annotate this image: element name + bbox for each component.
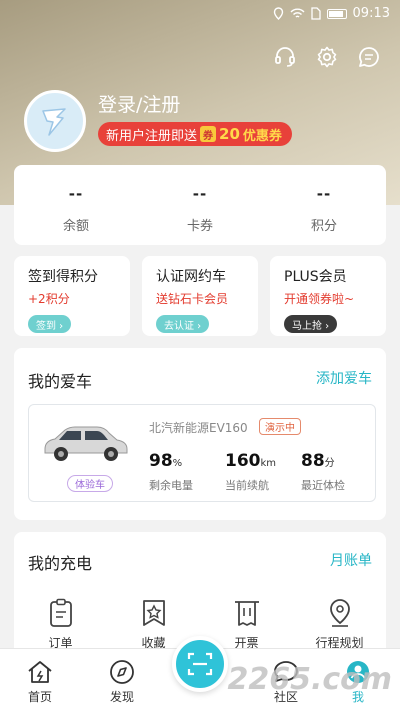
metric-checkup: 88分 最近体检 — [301, 451, 345, 493]
card-title: 签到得积分 — [28, 269, 98, 285]
promo-text: 新用户注册即送 — [106, 128, 198, 144]
customer-service-icon[interactable] — [272, 44, 298, 70]
add-car-link[interactable]: 添加爱车 — [316, 368, 372, 388]
stat-label: 积分 — [310, 219, 337, 234]
metric-value: 160 — [225, 451, 261, 471]
status-bar: 09:13 — [0, 0, 400, 28]
metric-range: 160km 当前续航 — [225, 451, 276, 493]
scan-to-charge-button[interactable] — [172, 636, 228, 692]
metric-value: 88 — [301, 451, 325, 471]
car-card[interactable]: 体验车 北汽新能源EV160 演示中 98% 剩余电量 160km 当前续航 8… — [28, 404, 376, 502]
card-subtitle: 开通领券啦~ — [284, 292, 355, 306]
driver-verify-card[interactable]: 认证网约车 送钻石卡会员 去认证 › — [142, 256, 258, 336]
my-car-section: 我的爱车 添加爱车 体验车 北汽新能源EV160 演示中 98% 剩余电量 16… — [14, 348, 386, 520]
message-icon[interactable] — [356, 44, 382, 70]
stat-label: 卡券 — [186, 219, 213, 234]
charge-orders-item[interactable]: 订单 — [14, 598, 107, 651]
stat-value: -- — [68, 185, 84, 203]
card-subtitle: +2积分 — [28, 292, 70, 306]
metric-battery: 98% 剩余电量 — [149, 451, 193, 493]
metric-unit: 分 — [324, 458, 335, 469]
home-icon — [28, 661, 52, 683]
metric-unit: % — [172, 458, 183, 469]
demo-badge: 演示中 — [259, 418, 301, 435]
stat-balance[interactable]: -- 余额 — [14, 165, 138, 245]
sim-icon — [310, 7, 321, 20]
metric-label: 当前续航 — [225, 479, 269, 492]
settings-gear-icon[interactable] — [314, 44, 340, 70]
stat-coupons[interactable]: -- 卡券 — [138, 165, 262, 245]
monthly-bill-link[interactable]: 月账单 — [330, 550, 372, 570]
coupon-icon: 券 — [200, 126, 217, 142]
location-pin-icon — [329, 599, 350, 627]
location-icon — [273, 7, 283, 20]
invoice-icon — [234, 601, 259, 626]
new-user-promo-banner[interactable]: 新用户注册即送 券 20 优惠券 — [98, 122, 292, 146]
my-charge-title: 我的充电 — [28, 554, 93, 573]
car-image — [44, 426, 128, 461]
checkin-button[interactable]: 签到 › — [28, 315, 72, 333]
stat-points[interactable]: -- 积分 — [262, 165, 386, 245]
promo-amount: 20 — [219, 125, 240, 143]
scan-icon — [187, 652, 213, 676]
star-icon — [142, 600, 165, 626]
promo-suffix: 优惠券 — [242, 128, 282, 144]
app-logo-icon — [42, 108, 66, 136]
card-subtitle: 送钻石卡会员 — [156, 292, 229, 306]
stat-value: -- — [316, 185, 332, 203]
plus-member-card[interactable]: PLUS会员 开通领券啦~ 马上抢 › — [270, 256, 386, 336]
metric-value: 98 — [149, 451, 173, 471]
card-title: PLUS会员 — [284, 269, 347, 285]
compass-icon — [110, 660, 134, 684]
wifi-icon — [290, 8, 305, 18]
card-title: 认证网约车 — [156, 269, 226, 285]
battery-icon — [326, 8, 347, 19]
trial-car-badge: 体验车 — [67, 475, 113, 492]
login-register-link[interactable]: 登录/注册 — [98, 90, 180, 117]
charge-trip-plan-item[interactable]: 行程规划 — [293, 598, 386, 651]
checkin-card[interactable]: 签到得积分 +2积分 签到 › — [14, 256, 130, 336]
car-model-name: 北汽新能源EV160 — [149, 421, 248, 435]
verify-button[interactable]: 去认证 › — [156, 315, 210, 333]
account-stats-card: -- 余额 -- 卡券 -- 积分 — [14, 165, 386, 245]
clipboard-icon — [49, 598, 72, 627]
tab-label: 发现 — [109, 690, 134, 704]
avatar[interactable] — [24, 90, 86, 152]
my-car-title: 我的爱车 — [28, 372, 93, 391]
stat-value: -- — [192, 185, 208, 203]
tab-home[interactable]: 首页 — [10, 659, 70, 705]
status-time: 09:13 — [352, 6, 390, 21]
tab-discover[interactable]: 发现 — [92, 659, 152, 705]
stat-label: 余额 — [62, 219, 89, 234]
grab-now-button[interactable]: 马上抢 › — [284, 315, 338, 333]
metric-unit: km — [260, 458, 277, 469]
tab-label: 首页 — [27, 690, 52, 704]
metric-label: 最近体检 — [301, 479, 345, 492]
watermark-logo: 2265.com — [227, 662, 392, 697]
metric-label: 剩余电量 — [149, 479, 193, 492]
